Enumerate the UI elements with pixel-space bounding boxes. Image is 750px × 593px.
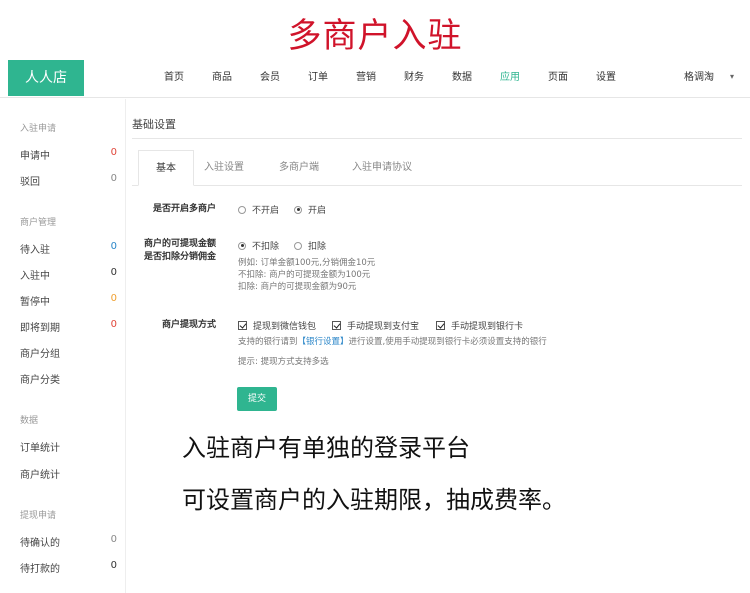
help-deduct: 扣除: 商户的可提现金额为90元: [238, 282, 357, 292]
sidebar-item-applying[interactable]: 申请中 0: [20, 147, 120, 162]
help-example: 例如: 订单金额100元,分销佣金10元: [238, 258, 376, 268]
checkbox-alipay[interactable]: 手动提现到支付宝: [332, 319, 419, 332]
sidebar-item-merchant-group[interactable]: 商户分组: [20, 345, 120, 360]
sidebar-item-label: 待确认的: [20, 538, 60, 549]
help-bank-prefix: 支持的银行请到: [238, 337, 298, 347]
nav-item-data[interactable]: 数据: [438, 56, 486, 98]
sidebar-item-merchant-category[interactable]: 商户分类: [20, 371, 120, 386]
sidebar-group-merchant: 商户管理: [20, 218, 57, 228]
brand-logo[interactable]: 人人店: [8, 60, 84, 96]
bank-settings-link[interactable]: 【银行设置】: [298, 337, 349, 347]
nav-item-pages[interactable]: 页面: [534, 56, 582, 98]
nav-item-marketing[interactable]: 营销: [342, 56, 390, 98]
count-badge: 0: [110, 173, 117, 184]
sidebar-item-label: 即将到期: [20, 323, 60, 334]
sidebar-item-joining[interactable]: 入驻中 0: [20, 267, 120, 282]
count-badge: 0: [110, 534, 117, 545]
count-badge: 0: [110, 560, 117, 571]
nav-item-orders[interactable]: 订单: [294, 56, 342, 98]
nav-item-apps[interactable]: 应用: [486, 56, 534, 98]
checkbox-bank[interactable]: 手动提现到银行卡: [436, 319, 523, 332]
submit-button[interactable]: 提交: [237, 387, 277, 411]
sidebar-item-label: 待入驻: [20, 245, 50, 256]
deduct-label-line2: 是否扣除分销佣金: [143, 252, 216, 262]
user-menu[interactable]: 格调淘: [684, 56, 714, 100]
caret-down-icon[interactable]: ▾: [730, 72, 734, 81]
nav-links: 首页 商品 会员 订单 营销 财务 数据 应用 页面 设置: [150, 56, 630, 98]
enable-label: 是否开启多商户: [152, 204, 216, 214]
option-label: 手动提现到银行卡: [451, 322, 524, 332]
count-badge: 0: [110, 293, 117, 304]
sidebar-item-pending[interactable]: 待入驻 0: [20, 241, 120, 256]
radio-icon: [238, 241, 246, 250]
tab-join-agreement[interactable]: 入驻申请协议: [342, 150, 422, 186]
radio-disable[interactable]: 不开启: [238, 203, 279, 216]
tab-merchant-side[interactable]: 多商户端: [268, 150, 330, 186]
sidebar-item-label: 申请中: [20, 151, 50, 162]
top-nav: 人人店 首页 商品 会员 订单 营销 财务 数据 应用 页面 设置 格调淘 ▾: [0, 56, 750, 98]
tab-join-settings[interactable]: 入驻设置: [196, 150, 252, 186]
help-bank-suffix: 进行设置,使用手动提现到银行卡必须设置支持的银行: [348, 337, 547, 347]
caption-line2: 可设置商户的入驻期限，抽成费率。: [182, 486, 566, 514]
help-multi-select: 提示: 提现方式支持多选: [238, 357, 329, 367]
radio-deduct[interactable]: 扣除: [294, 239, 326, 252]
sidebar-item-label: 驳回: [20, 177, 40, 188]
radio-enable[interactable]: 开启: [294, 203, 326, 216]
sidebar-item-order-stats[interactable]: 订单统计: [20, 439, 120, 454]
withdraw-label: 商户提现方式: [161, 320, 216, 330]
option-label: 扣除: [308, 242, 327, 252]
sidebar-item-label: 暂停中: [20, 297, 50, 308]
sidebar-item-merchant-stats[interactable]: 商户统计: [20, 466, 120, 481]
count-badge: 0: [110, 147, 117, 158]
nav-item-settings[interactable]: 设置: [582, 56, 630, 98]
sidebar-item-expiring[interactable]: 即将到期 0: [20, 319, 120, 334]
sidebar-item-rejected[interactable]: 驳回 0: [20, 173, 120, 188]
sidebar-item-paused[interactable]: 暂停中 0: [20, 293, 120, 308]
radio-icon: [294, 241, 302, 250]
radio-no-deduct[interactable]: 不扣除: [238, 239, 279, 252]
option-label: 不扣除: [252, 242, 280, 252]
banner-title: 多商户入驻: [287, 16, 463, 56]
divider: [132, 138, 742, 139]
banner: 多商户入驻: [0, 0, 750, 56]
count-badge: 0: [110, 241, 117, 252]
checkbox-icon: [436, 321, 445, 330]
nav-item-goods[interactable]: 商品: [198, 56, 246, 98]
section-title: 基础设置: [132, 118, 176, 131]
nav-item-home[interactable]: 首页: [150, 56, 198, 98]
sidebar-item-to-pay[interactable]: 待打款的 0: [20, 560, 120, 575]
sidebar-item-to-confirm[interactable]: 待确认的 0: [20, 534, 120, 549]
checkbox-icon: [238, 321, 247, 330]
help-no-deduct: 不扣除: 商户的可提现金额为100元: [238, 270, 371, 280]
sidebar-group-data: 数据: [20, 416, 39, 426]
nav-item-members[interactable]: 会员: [246, 56, 294, 98]
radio-icon: [294, 205, 302, 214]
sidebar-item-label: 入驻中: [20, 271, 50, 282]
sidebar-group-join: 入驻申请: [20, 124, 57, 134]
checkbox-icon: [332, 321, 341, 330]
nav-item-finance[interactable]: 财务: [390, 56, 438, 98]
option-label: 不开启: [252, 206, 280, 216]
option-label: 手动提现到支付宝: [347, 322, 420, 332]
sidebar-item-label: 待打款的: [20, 564, 60, 575]
tab-basic[interactable]: 基本: [138, 150, 194, 186]
count-badge: 0: [110, 267, 117, 278]
deduct-label-line1: 商户的可提现金额: [143, 239, 216, 249]
option-label: 提现到微信钱包: [253, 322, 317, 332]
tab-bar: 基本 入驻设置 多商户端 入驻申请协议: [132, 150, 742, 186]
sidebar-group-withdraw: 提现申请: [20, 511, 57, 521]
caption-line1: 入驻商户有单独的登录平台: [182, 434, 470, 462]
option-label: 开启: [308, 206, 327, 216]
checkbox-wechat[interactable]: 提现到微信钱包: [238, 319, 316, 332]
radio-icon: [238, 205, 246, 214]
sidebar: 入驻申请 申请中 0 驳回 0 商户管理 待入驻 0 入驻中 0 暂停中 0 即…: [0, 99, 126, 593]
count-badge: 0: [110, 319, 117, 330]
help-bank: 支持的银行请到【银行设置】进行设置,使用手动提现到银行卡必须设置支持的银行: [238, 336, 547, 348]
